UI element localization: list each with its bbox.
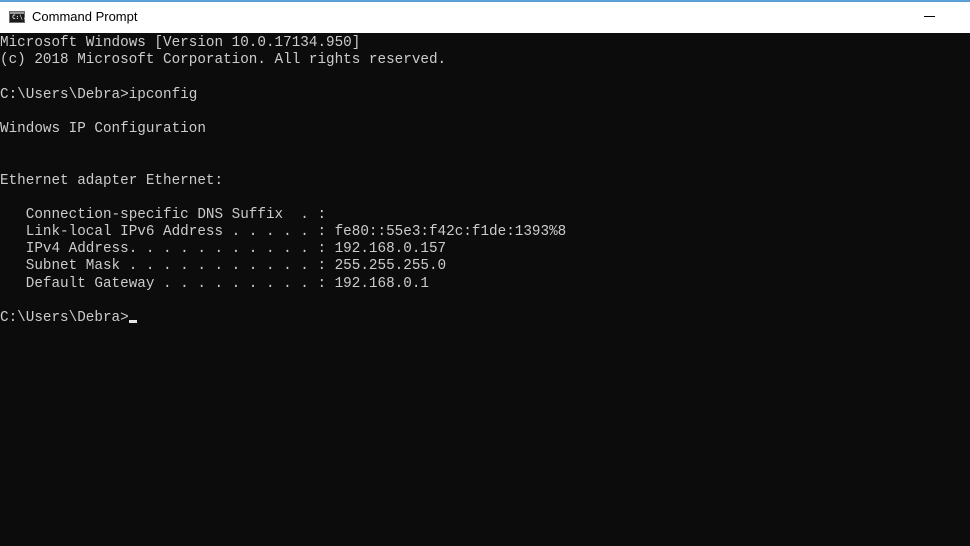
- title-bar[interactable]: C:\. Command Prompt: [0, 0, 970, 33]
- console-text: Microsoft Windows [Version 10.0.17134.95…: [0, 33, 970, 327]
- minimize-button[interactable]: [906, 2, 952, 33]
- console-line: Subnet Mask . . . . . . . . . . . : 255.…: [0, 258, 447, 275]
- window-title: Command Prompt: [32, 9, 138, 24]
- console-line: (c) 2018 Microsoft Corporation. All righ…: [0, 52, 447, 69]
- command-prompt-window: C:\. Command Prompt Microsoft Windows [V…: [0, 0, 970, 546]
- console-line: Microsoft Windows [Version 10.0.17134.95…: [0, 35, 361, 51]
- command-input-line[interactable]: C:\Users\Debra>: [0, 310, 970, 327]
- console-line: IPv4 Address. . . . . . . . . . . : 192.…: [0, 241, 447, 258]
- console-line: Ethernet adapter Ethernet:: [0, 172, 224, 189]
- console-line: Link-local IPv6 Address . . . . . : fe80…: [0, 224, 567, 241]
- prompt-text: C:\Users\Debra>: [0, 310, 129, 326]
- minimize-icon: [924, 16, 935, 17]
- console-output[interactable]: Microsoft Windows [Version 10.0.17134.95…: [0, 33, 970, 546]
- console-line: Default Gateway . . . . . . . . . : 192.…: [0, 275, 429, 292]
- console-line: Windows IP Configuration: [0, 120, 206, 137]
- cmd-icon[interactable]: C:\.: [9, 11, 27, 23]
- text-cursor: [128, 320, 137, 323]
- cmd-icon-glyph: C:\.: [12, 14, 27, 21]
- console-line: Connection-specific DNS Suffix . :: [0, 206, 327, 223]
- console-line: C:\Users\Debra>ipconfig: [0, 86, 198, 103]
